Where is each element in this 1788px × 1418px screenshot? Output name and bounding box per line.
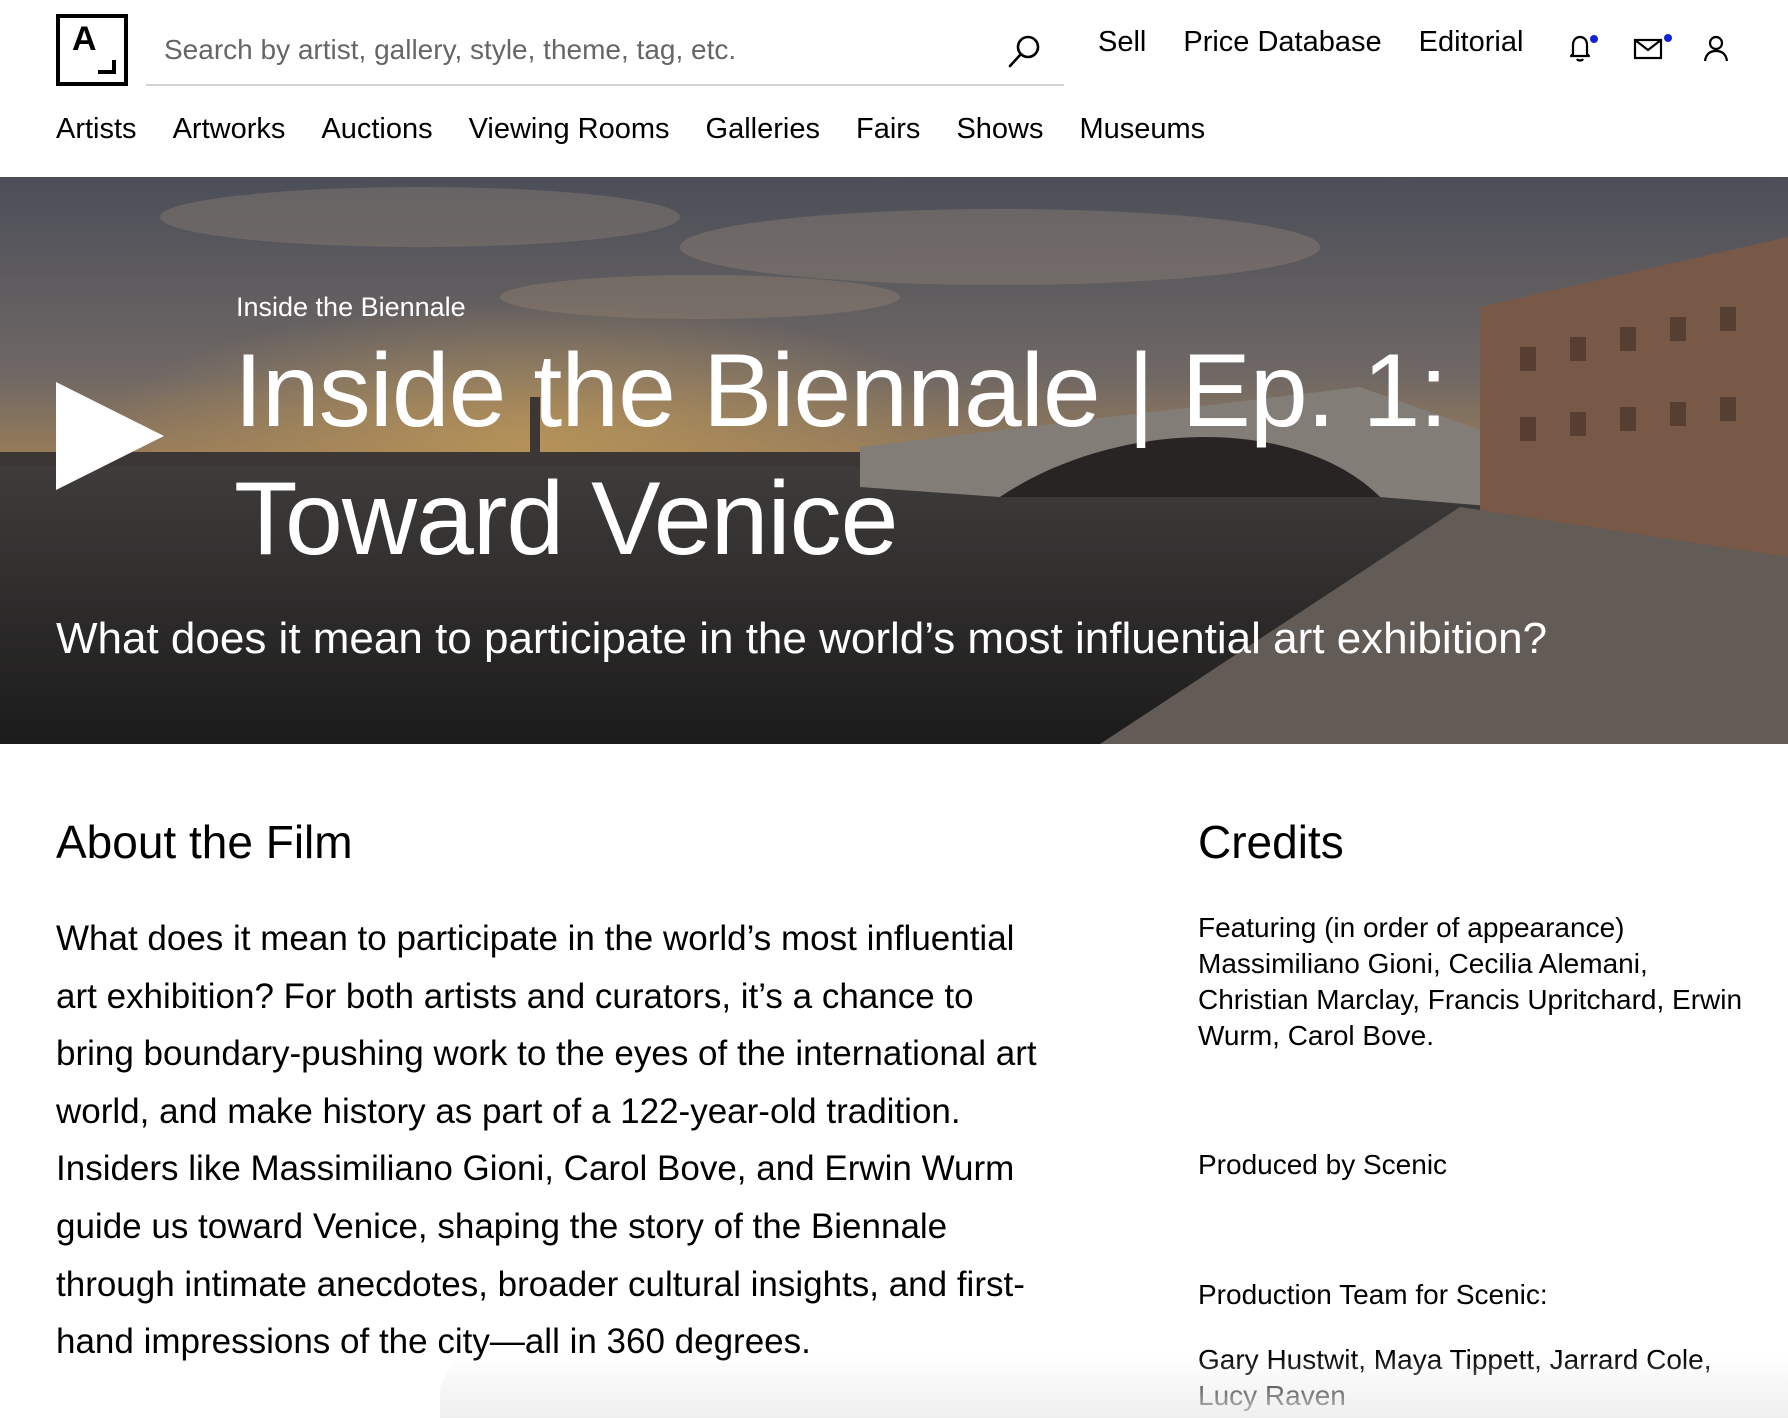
mail-icon [1633, 38, 1663, 60]
search-bar [146, 22, 1064, 86]
credits-heading: Credits [1198, 816, 1344, 868]
about-heading: About the Film [56, 816, 353, 868]
credits-featuring: Featuring (in order of appearance) Massi… [1198, 912, 1743, 1051]
notifications-button[interactable] [1562, 30, 1598, 66]
user-icon [1703, 35, 1729, 62]
nav-fairs[interactable]: Fairs [856, 113, 920, 146]
search-icon[interactable] [1006, 32, 1044, 70]
top-bar: A Sell Price Database Editorial [0, 0, 1788, 100]
logo-letter: A [72, 20, 97, 58]
credits-produced-by: Produced by Scenic [1198, 1149, 1448, 1180]
profile-button[interactable] [1698, 30, 1734, 66]
play-icon[interactable] [56, 382, 164, 490]
editorial-link[interactable]: Editorial [1419, 26, 1524, 59]
nav-artworks[interactable]: Artworks [173, 113, 286, 146]
nav-viewing-rooms[interactable]: Viewing Rooms [469, 113, 670, 146]
bottom-fade-shadow [440, 1355, 1788, 1418]
header-links: Sell Price Database Editorial [1098, 26, 1523, 59]
category-nav: Artists Artworks Auctions Viewing Rooms … [56, 113, 1241, 146]
nav-galleries[interactable]: Galleries [706, 113, 820, 146]
inbox-button[interactable] [1630, 30, 1672, 66]
about-body: What does it mean to participate in the … [56, 919, 1037, 1362]
search-input[interactable] [164, 30, 984, 70]
notification-dot [1590, 35, 1598, 43]
credits-team-label: Production Team for Scenic: [1198, 1279, 1548, 1310]
price-database-link[interactable]: Price Database [1183, 26, 1381, 59]
nav-artists[interactable]: Artists [56, 113, 137, 146]
hero-subtitle: What does it mean to participate in the … [56, 614, 1548, 663]
hero-series-label: Inside the Biennale [236, 292, 466, 322]
nav-shows[interactable]: Shows [956, 113, 1043, 146]
inbox-dot [1664, 34, 1672, 42]
hero-title: Inside the Biennale | Ep. 1: Toward Veni… [234, 333, 1448, 577]
hero-video-banner[interactable]: Inside the Biennale Inside the Biennale … [0, 177, 1788, 744]
logo-corner-mark [98, 60, 116, 74]
nav-museums[interactable]: Museums [1079, 113, 1205, 146]
nav-auctions[interactable]: Auctions [321, 113, 432, 146]
sell-link[interactable]: Sell [1098, 26, 1146, 59]
artsy-logo[interactable]: A [56, 14, 128, 86]
